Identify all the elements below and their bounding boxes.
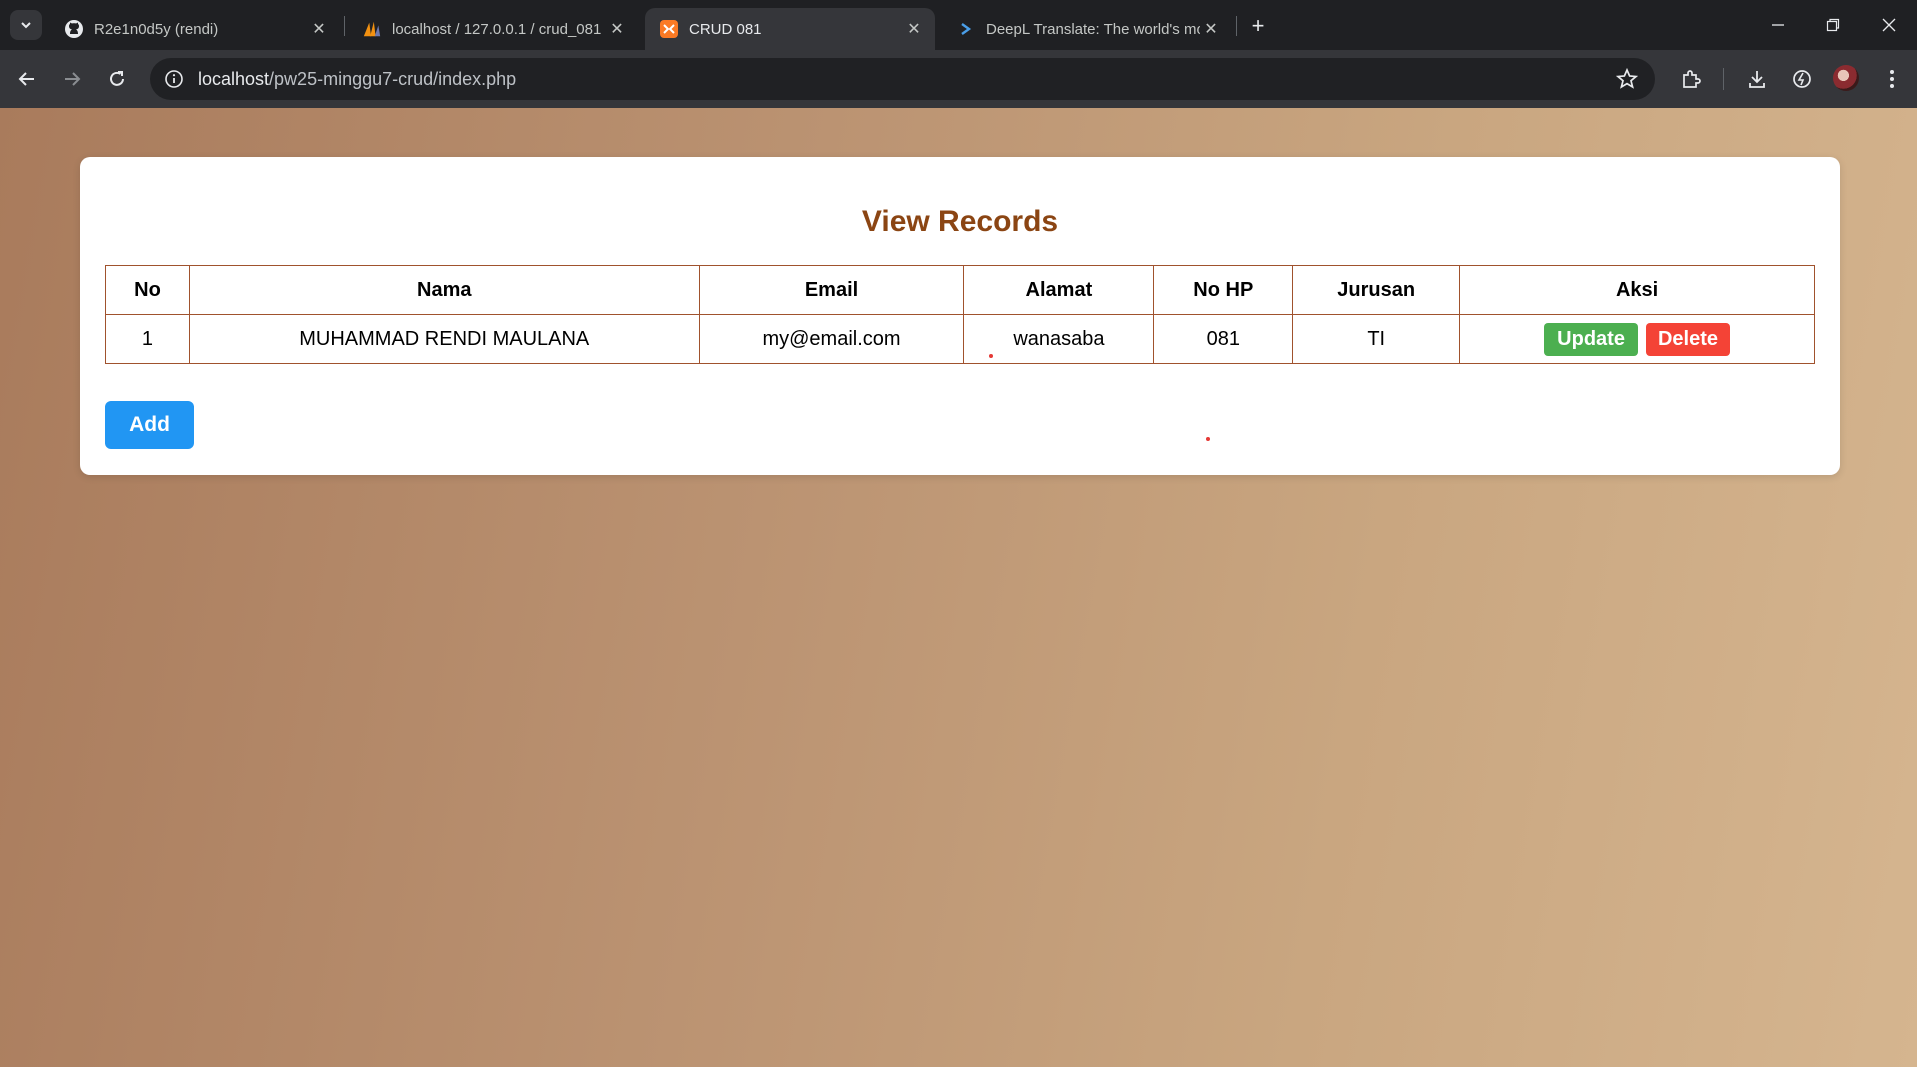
close-icon[interactable]: ✕ [1200, 18, 1222, 40]
tab-title: CRUD 081 [689, 20, 762, 38]
page-title: View Records [861, 205, 1059, 238]
plus-icon: + [1251, 13, 1265, 38]
forward-button[interactable] [57, 64, 87, 94]
downloads-button[interactable] [1742, 64, 1772, 94]
reload-button[interactable] [102, 64, 132, 94]
extensions-button[interactable] [1676, 64, 1706, 94]
back-button[interactable] [12, 64, 42, 94]
github-icon [64, 19, 84, 39]
close-icon [1882, 18, 1896, 32]
records-card: View Records No Nama Email Alamat No HP … [80, 157, 1840, 475]
window-close-button[interactable] [1869, 8, 1909, 42]
close-icon[interactable]: ✕ [903, 18, 925, 40]
tab-title: R2e1n0d5y (rendi) [94, 20, 219, 38]
tab-crud[interactable]: CRUD 081 ✕ [645, 8, 935, 50]
tab-deepl[interactable]: DeepL Translate: The world's mo ✕ [942, 8, 1232, 50]
url-path: /pw25-minggu7-crud/index.php [269, 68, 517, 89]
page-viewport: View Records No Nama Email Alamat No HP … [0, 108, 1917, 1067]
bookmark-star-icon[interactable] [1615, 67, 1639, 96]
restore-button[interactable] [1813, 8, 1853, 42]
restore-icon [1826, 18, 1840, 32]
column-header-email: Email [698, 265, 965, 315]
tab-phpmyadmin[interactable]: localhost / 127.0.0.1 / crud_081 ✕ [348, 8, 638, 50]
profile-avatar[interactable] [1833, 65, 1859, 91]
cell-email: my@email.com [698, 314, 965, 364]
url-host: localhost [198, 68, 270, 89]
browser-toolbar: localhost/pw25-minggu7-crud/index.php [0, 50, 1917, 108]
new-tab-button[interactable]: + [1244, 12, 1272, 40]
column-header-no: No [105, 265, 190, 315]
performance-button[interactable] [1787, 64, 1817, 94]
delete-button[interactable]: Delete [1645, 322, 1730, 356]
cursor-dot [1206, 437, 1210, 441]
cell-no: 1 [105, 314, 190, 364]
toolbar-divider [1723, 68, 1724, 90]
site-info-icon[interactable] [162, 67, 186, 91]
minimize-button[interactable] [1758, 8, 1798, 42]
tab-github[interactable]: R2e1n0d5y (rendi) ✕ [50, 8, 340, 50]
arrow-right-icon [65, 72, 81, 86]
cell-nama: MUHAMMAD RENDI MAULANA [188, 314, 700, 364]
cursor-dot [989, 354, 993, 358]
tab-divider [1236, 16, 1237, 36]
download-icon [1749, 71, 1765, 88]
column-header-no-hp: No HP [1153, 265, 1294, 315]
column-header-jurusan: Jurusan [1292, 265, 1461, 315]
update-button[interactable]: Update [1544, 322, 1638, 356]
gauge-icon [1793, 70, 1811, 88]
column-header-alamat: Alamat [963, 265, 1155, 315]
close-icon[interactable]: ✕ [606, 18, 628, 40]
xampp-icon [659, 19, 679, 39]
tab-strip: R2e1n0d5y (rendi) ✕ localhost / 127.0.0.… [0, 0, 1917, 50]
column-header-nama: Nama [188, 265, 700, 315]
minimize-icon [1772, 24, 1784, 26]
chevron-down-icon [21, 22, 31, 29]
deepl-icon [956, 19, 976, 39]
tab-title: DeepL Translate: The world's mo [986, 20, 1200, 38]
url-text: localhost/pw25-minggu7-crud/index.php [198, 69, 516, 90]
menu-button[interactable] [1877, 64, 1907, 94]
close-icon[interactable]: ✕ [308, 18, 330, 40]
puzzle-icon [1683, 70, 1701, 88]
cell-aksi: Update Delete [1459, 314, 1815, 364]
table-header-row: No Nama Email Alamat No HP Jurusan Aksi [105, 265, 1815, 315]
address-bar[interactable]: localhost/pw25-minggu7-crud/index.php [150, 58, 1655, 100]
cell-no-hp: 081 [1153, 314, 1294, 364]
column-header-aksi: Aksi [1459, 265, 1815, 315]
records-table: No Nama Email Alamat No HP Jurusan Aksi … [105, 265, 1815, 364]
cell-jurusan: TI [1292, 314, 1461, 364]
tab-search-button[interactable] [10, 10, 42, 40]
arrow-left-icon [18, 72, 34, 86]
add-button[interactable]: Add [105, 401, 194, 449]
tab-divider [344, 16, 345, 36]
phpmyadmin-icon [362, 19, 382, 39]
more-vertical-icon [1890, 70, 1894, 88]
reload-icon [110, 71, 124, 86]
tab-title: localhost / 127.0.0.1 / crud_081 [392, 20, 602, 38]
table-row: 1 MUHAMMAD RENDI MAULANA my@email.com wa… [105, 314, 1815, 364]
